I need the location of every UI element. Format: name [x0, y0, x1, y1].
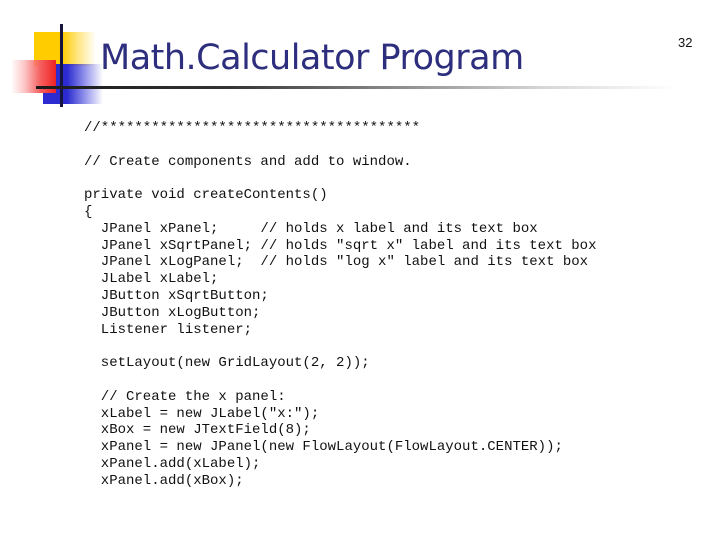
- code-line: // Create components and add to window.: [84, 153, 412, 170]
- logo-vertical-line: [60, 24, 63, 107]
- code-block: //**************************************…: [84, 120, 596, 490]
- code-line: xPanel = new JPanel(new FlowLayout(FlowL…: [84, 439, 563, 456]
- code-line: JButton xSqrtButton;: [84, 287, 269, 304]
- code-line: JPanel xSqrtPanel; // holds "sqrt x" lab…: [84, 237, 597, 254]
- page-number: 32: [678, 35, 693, 50]
- code-line: xPanel.add(xBox);: [84, 472, 244, 489]
- title-underline: [36, 86, 676, 89]
- code-line: xBox = new JTextField(8);: [84, 422, 311, 439]
- code-line: xPanel.add(xLabel);: [84, 455, 261, 472]
- code-line: private void createContents(): [84, 187, 328, 204]
- code-line: setLayout(new GridLayout(2, 2));: [84, 355, 370, 372]
- code-line: //**************************************: [84, 120, 421, 136]
- code-line: // Create the x panel:: [84, 388, 286, 405]
- slide-logo: [0, 0, 110, 110]
- code-line: Listener listener;: [84, 321, 253, 338]
- code-line: JLabel xLabel;: [84, 271, 219, 288]
- code-line: JButton xLogButton;: [84, 304, 261, 321]
- code-line: {: [84, 203, 93, 220]
- code-line: JPanel xPanel; // holds x label and its …: [84, 220, 538, 237]
- code-line: xLabel = new JLabel("x:");: [84, 405, 320, 422]
- code-line: JPanel xLogPanel; // holds "log x" label…: [84, 254, 589, 271]
- slide-title: Math.Calculator Program: [100, 38, 524, 78]
